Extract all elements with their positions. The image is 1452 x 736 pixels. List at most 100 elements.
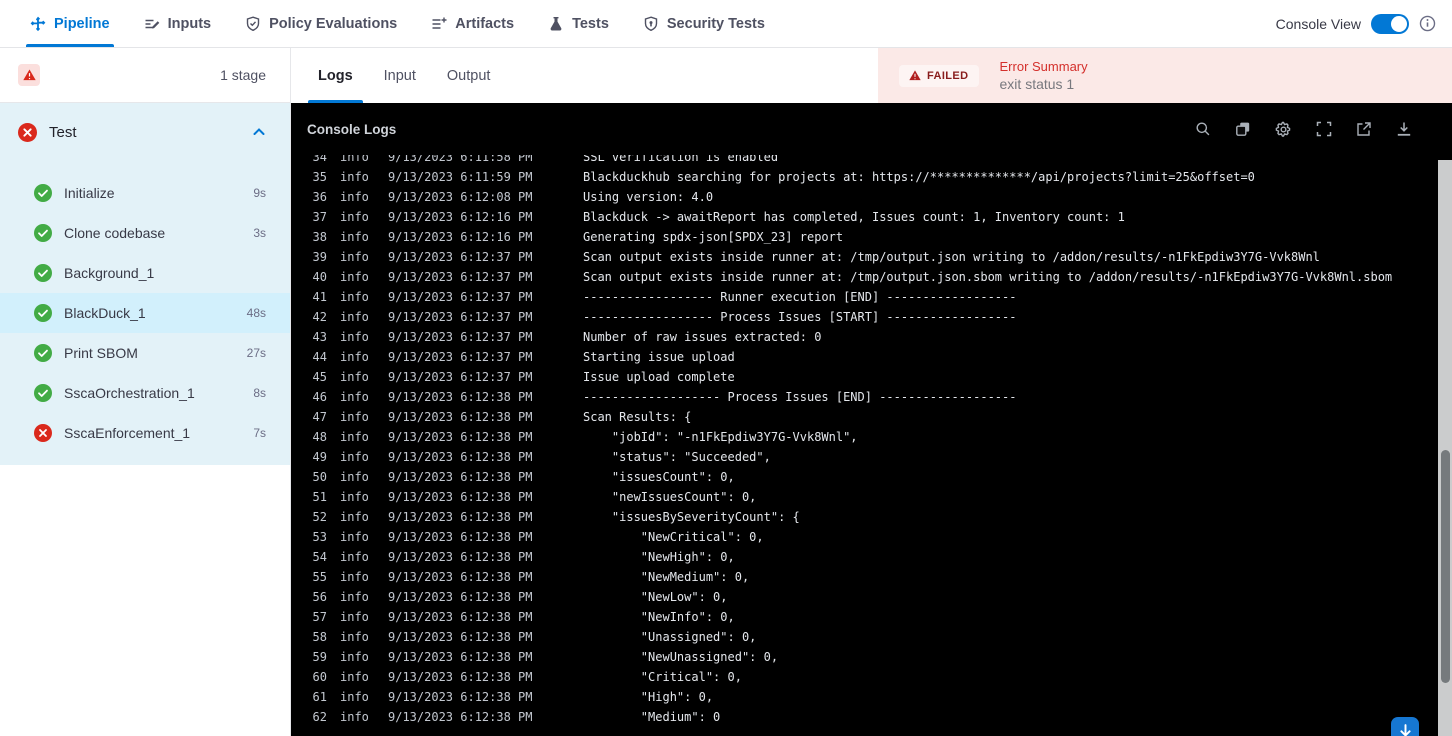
search-icon[interactable] (1195, 121, 1211, 137)
log-row: 41 info 9/13/2023 6:12:37 PM --------------… (291, 287, 1452, 307)
log-level: info (340, 410, 369, 424)
step-item[interactable]: Print SBOM 27s (0, 333, 290, 373)
tab-logs[interactable]: Logs (308, 48, 363, 103)
log-timestamp: 9/13/2023 6:12:38 PM (388, 450, 533, 464)
log-message: "NewUnassigned": 0, (583, 650, 779, 664)
log-row: 56 info 9/13/2023 6:12:38 PM "NewLow": 0, (291, 587, 1452, 607)
log-timestamp: 9/13/2023 6:12:16 PM (388, 210, 533, 224)
nav-tab-security-tests[interactable]: Security Tests (643, 0, 765, 47)
step-item[interactable]: Background_1 (0, 253, 290, 293)
step-duration: 8s (253, 386, 266, 400)
nav-tab-inputs[interactable]: Inputs (144, 0, 212, 47)
log-level: info (340, 450, 369, 464)
log-row: 46 info 9/13/2023 6:12:38 PM --------------… (291, 387, 1452, 407)
log-message: "Critical": 0, (583, 670, 742, 684)
inputs-icon (144, 16, 160, 32)
console-log-list[interactable]: 34 info 9/13/2023 6:11:58 PM SSL verificati… (291, 147, 1452, 727)
nav-tab-label: Security Tests (666, 15, 765, 32)
log-line-number: 44 (312, 350, 327, 364)
log-row: 45 info 9/13/2023 6:12:37 PM Issue upload c… (291, 367, 1452, 387)
console-title: Console Logs (307, 121, 397, 137)
step-success-icon (34, 264, 52, 282)
chevron-up-icon[interactable] (252, 125, 266, 139)
log-timestamp: 9/13/2023 6:12:38 PM (388, 610, 533, 624)
log-timestamp: 9/13/2023 6:12:38 PM (388, 410, 533, 424)
log-timestamp: 9/13/2023 6:12:38 PM (388, 550, 533, 564)
nav-tab-artifacts[interactable]: Artifacts (431, 0, 514, 47)
log-message: "NewLow": 0, (583, 590, 728, 604)
log-message: Number of raw issues extracted: 0 (583, 330, 822, 344)
console-view-toggle[interactable] (1371, 13, 1409, 34)
external-link-icon[interactable] (1356, 121, 1372, 137)
scroll-to-bottom-button[interactable] (1391, 717, 1419, 736)
log-message: "NewCritical": 0, (583, 530, 764, 544)
nav-tab-tests[interactable]: Tests (548, 0, 609, 47)
log-row: 51 info 9/13/2023 6:12:38 PM "newIssuesCou… (291, 487, 1452, 507)
arrow-down-icon (1399, 724, 1411, 736)
sidebar-header: 1 stage (0, 48, 290, 103)
step-name: Background_1 (64, 265, 155, 281)
step-name: Print SBOM (64, 345, 138, 361)
error-detail-text: exit status 1 (999, 76, 1075, 92)
error-texts: Error Summary exit status 1 (1000, 59, 1088, 92)
log-row: 50 info 9/13/2023 6:12:38 PM "issuesCount"… (291, 467, 1452, 487)
log-level: info (340, 550, 369, 564)
step-item[interactable]: SscaEnforcement_1 7s (0, 413, 290, 453)
log-message: "issuesCount": 0, (583, 470, 735, 484)
execution-sidebar: 1 stage Test Initialize 9s Clone codebase 3… (0, 48, 291, 736)
log-row: 43 info 9/13/2023 6:12:37 PM Number of raw … (291, 327, 1452, 347)
scrollbar-thumb[interactable] (1440, 450, 1450, 683)
log-level: info (340, 370, 369, 384)
step-duration: 7s (253, 426, 266, 440)
info-icon[interactable] (1419, 15, 1436, 32)
tab-output[interactable]: Output (447, 48, 491, 103)
step-item[interactable]: Clone codebase 3s (0, 213, 290, 253)
pipeline-icon (30, 16, 46, 32)
step-failed-icon (34, 424, 52, 442)
nav-tab-label: Inputs (167, 15, 212, 32)
console-view-label: Console View (1275, 15, 1361, 32)
error-summary-panel: FAILED Error Summary exit status 1 (878, 48, 1452, 103)
log-row: 53 info 9/13/2023 6:12:38 PM "NewCritical"… (291, 527, 1452, 547)
log-timestamp: 9/13/2023 6:12:38 PM (388, 470, 533, 484)
log-row: 48 info 9/13/2023 6:12:38 PM "jobId": "-n1… (291, 427, 1452, 447)
step-item[interactable]: SscaOrchestration_1 8s (0, 373, 290, 413)
tab-input[interactable]: Input (384, 48, 416, 103)
log-line-number: 52 (312, 510, 327, 524)
log-timestamp: 9/13/2023 6:12:38 PM (388, 590, 533, 604)
log-message: "Medium": 0 (583, 710, 721, 724)
log-line-number: 60 (312, 670, 327, 684)
stage-section: Test Initialize 9s Clone codebase 3s Backgro… (0, 103, 290, 465)
log-level: info (340, 230, 369, 244)
nav-tab-pipeline[interactable]: Pipeline (26, 0, 114, 47)
stage-failed-icon (18, 122, 37, 142)
log-timestamp: 9/13/2023 6:11:59 PM (388, 170, 533, 184)
stage-header-test[interactable]: Test (0, 103, 290, 161)
log-line-number: 53 (312, 530, 327, 544)
download-icon[interactable] (1396, 121, 1412, 137)
details-header: Logs Input Output FAILED Error Summary e… (291, 48, 1452, 103)
log-line-number: 48 (312, 430, 327, 444)
log-line-number: 50 (312, 470, 327, 484)
log-line-number: 46 (312, 390, 327, 404)
log-message: ------------------ Process Issues [START… (583, 310, 1017, 324)
log-row: 60 info 9/13/2023 6:12:38 PM "Critical": 0… (291, 667, 1452, 687)
step-name: SscaOrchestration_1 (64, 385, 195, 401)
log-level: info (340, 290, 369, 304)
log-line-number: 47 (312, 410, 327, 424)
console-scrollbar[interactable] (1438, 160, 1452, 736)
log-row: 35 info 9/13/2023 6:11:59 PM Blackduckhub s… (291, 167, 1452, 187)
copy-icon[interactable] (1235, 121, 1251, 137)
step-item[interactable]: BlackDuck_1 48s (0, 293, 290, 333)
log-message: "NewInfo": 0, (583, 610, 735, 624)
fullscreen-icon[interactable] (1316, 121, 1332, 137)
log-level: info (340, 610, 369, 624)
log-line-number: 56 (312, 590, 327, 604)
settings-icon[interactable] (1275, 121, 1292, 138)
step-item[interactable]: Initialize 9s (0, 173, 290, 213)
log-line-number: 35 (312, 170, 327, 184)
log-message: "jobId": "-n1FkEpdiw3Y7G-Vvk8Wnl", (583, 430, 858, 444)
log-line-number: 43 (312, 330, 327, 344)
status-badge-label: FAILED (927, 69, 969, 82)
nav-tab-policy-evaluations[interactable]: Policy Evaluations (245, 0, 397, 47)
